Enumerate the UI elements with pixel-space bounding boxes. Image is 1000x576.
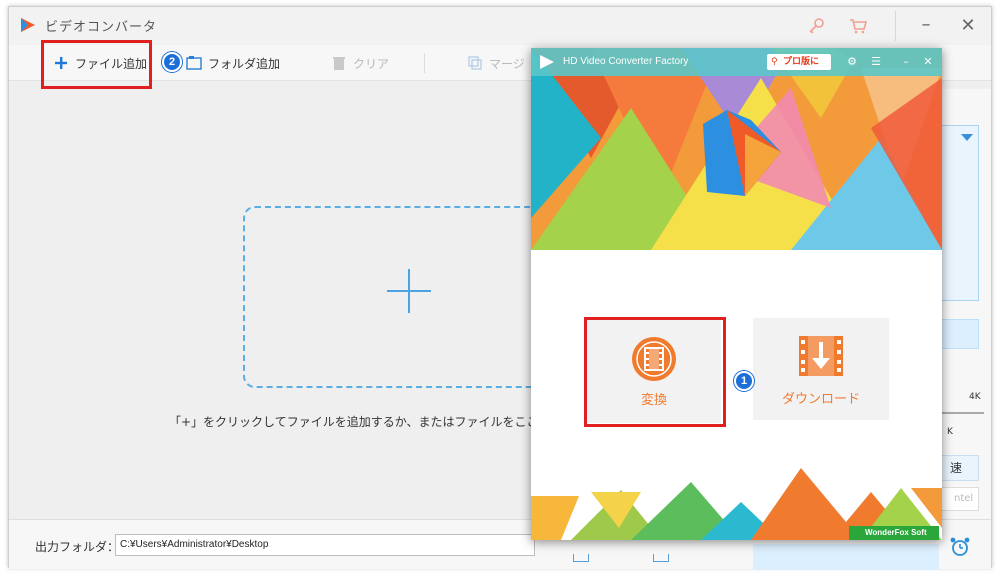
speed-toggle[interactable]: 速 — [939, 455, 979, 481]
step-badge-2: 2 — [162, 52, 182, 72]
highlight-convert — [584, 317, 726, 427]
step-badge-1: 1 — [734, 371, 754, 391]
resolution-4k-label: 4K — [969, 392, 981, 402]
screenshot-stage: ビデオコンバータ – ✕ ファイル追加 フォルダ追加 クリア マージ 「+」をク… — [0, 0, 1000, 576]
toolbar-separator — [424, 53, 425, 73]
add-folder-label: フォルダ追加 — [208, 56, 281, 71]
merge-icon — [468, 56, 482, 70]
list-menu-icon[interactable]: ☰ — [869, 55, 883, 69]
browse-folder-icon[interactable] — [653, 554, 669, 562]
app-title: ビデオコンバータ — [45, 20, 158, 35]
brand-badge: WonderFox Soft — [849, 526, 939, 540]
trash-icon — [333, 57, 345, 70]
format-selector[interactable] — [939, 125, 979, 301]
minimize-button[interactable]: – — [915, 15, 937, 37]
launcher-window: HD Video Converter Factory ⚲ プロ版に ⚙ ☰ – … — [531, 48, 942, 540]
banner-artwork — [531, 48, 942, 250]
run-button[interactable] — [753, 544, 939, 570]
key-icon: ⚲ — [771, 57, 778, 67]
gear-icon[interactable]: ⚙ — [845, 55, 859, 69]
upgrade-pro-label: プロ版に — [783, 57, 820, 67]
quality-slider[interactable] — [939, 412, 984, 414]
launcher-title: HD Video Converter Factory — [563, 56, 689, 67]
add-folder-button[interactable]: フォルダ追加 — [186, 45, 280, 81]
title-separator — [895, 11, 896, 41]
folder-icon — [186, 56, 202, 70]
merge-label: マージ — [489, 56, 525, 71]
clear-label: クリア — [353, 56, 390, 71]
merge-button[interactable]: マージ — [467, 45, 525, 81]
clear-button[interactable]: クリア — [331, 45, 389, 81]
upgrade-pro-button[interactable]: ⚲ プロ版に — [767, 54, 831, 70]
download-label: ダウンロード — [781, 392, 860, 407]
chevron-down-icon[interactable] — [961, 134, 973, 141]
key-icon[interactable] — [805, 15, 827, 37]
output-folder-field[interactable]: C:¥Users¥Administrator¥Desktop — [115, 534, 535, 556]
panel-button[interactable] — [939, 319, 979, 349]
open-folder-icon[interactable] — [573, 554, 589, 562]
title-bar: ビデオコンバータ – ✕ — [9, 7, 991, 45]
close-icon[interactable]: ✕ — [921, 55, 935, 69]
download-icon — [799, 336, 843, 376]
close-button[interactable]: ✕ — [957, 15, 979, 37]
resolution-k-label: K — [947, 427, 953, 437]
output-folder-label: 出力フォルダ： — [35, 540, 120, 554]
intel-toggle[interactable]: ntel — [939, 487, 979, 511]
download-tile[interactable]: ダウンロード — [753, 318, 889, 420]
highlight-add-file — [41, 40, 152, 89]
minimize-icon[interactable]: – — [899, 55, 913, 69]
add-plus-icon[interactable] — [387, 269, 431, 313]
launcher-title-bar: HD Video Converter Factory ⚲ プロ版に ⚙ ☰ – … — [531, 48, 942, 76]
cart-icon[interactable] — [847, 15, 869, 37]
app-logo-icon — [21, 18, 35, 32]
launcher-logo-icon — [540, 55, 554, 69]
drop-hint-text: 「+」をクリックしてファイルを追加するか、またはファイルをここ — [169, 415, 539, 429]
alarm-clock-icon[interactable] — [949, 536, 971, 558]
